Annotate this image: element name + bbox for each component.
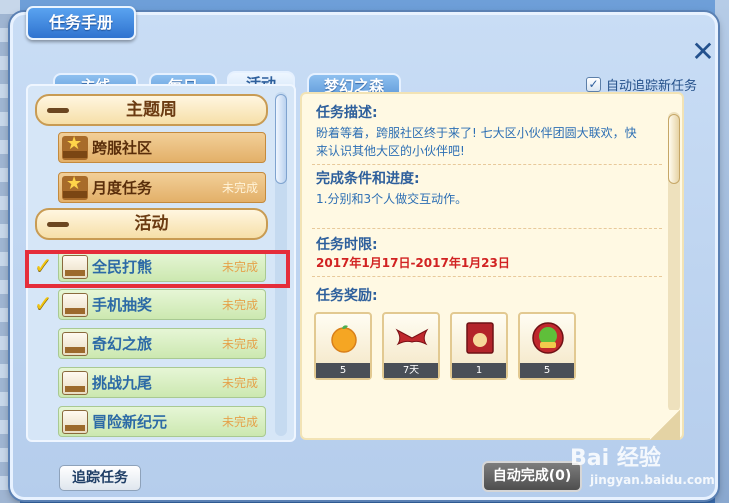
reward-count: 7天: [384, 363, 438, 378]
theme-week-icon: [62, 133, 88, 160]
window-title: 任务手册: [26, 6, 136, 40]
watermark-url: jingyan.baidu.com: [590, 473, 715, 487]
reward-slot[interactable]: 7天: [382, 312, 440, 380]
task-name: 奇幻之旅: [92, 335, 153, 353]
baidu-watermark: Bai 经验 jingyan.baidu.com: [560, 440, 720, 495]
task-status: 未完成: [221, 337, 258, 351]
red-card-icon: [466, 322, 494, 354]
task-name: 月度任务: [92, 179, 153, 197]
task-name: 手机抽奖: [92, 296, 153, 314]
task-item-monthly[interactable]: 月度任务 未完成: [58, 172, 266, 203]
watermark-logo: Bai 经验: [570, 446, 661, 471]
task-name: 跨服社区: [92, 139, 153, 157]
time-limit-title: 任务时限:: [316, 237, 378, 253]
track-task-button[interactable]: 追踪任务: [59, 465, 141, 491]
check-mark-icon: ✓: [34, 292, 53, 317]
category-label: 主题周: [126, 100, 177, 120]
reward-slot[interactable]: 1: [450, 312, 508, 380]
theme-week-icon: [62, 173, 88, 200]
reward-slot[interactable]: 5: [314, 312, 372, 380]
task-status: 未完成: [221, 376, 258, 390]
selection-highlight: [25, 250, 290, 288]
task-detail-panel: 任务描述: 盼着等着，跨服社区终于来了! 七大区小伙伴团圆大联欢，快 来认识其他…: [300, 92, 684, 440]
task-status: 未完成: [221, 181, 258, 195]
task-item-nine-tails[interactable]: 挑战九尾 未完成: [58, 367, 266, 398]
detail-scroll-thumb[interactable]: [668, 114, 680, 184]
task-name: 挑战九尾: [92, 374, 153, 392]
progress-title: 完成条件和进度:: [316, 171, 420, 187]
activity-icon: [62, 370, 88, 395]
description-text-line2: 来认识其他大区的小伙伴吧!: [316, 144, 465, 158]
progress-text: 1.分别和3个人做交互动作。: [316, 192, 468, 206]
task-item-adventure[interactable]: 冒险新纪元 未完成: [58, 406, 266, 437]
activity-icon: [62, 331, 88, 356]
task-list-scroll-thumb[interactable]: [275, 94, 287, 184]
reward-count: 5: [316, 363, 370, 378]
detail-scrollbar[interactable]: [668, 112, 680, 412]
reward-count: 1: [452, 363, 506, 378]
auto-track-checkbox[interactable]: ✓: [586, 76, 601, 92]
auto-track-label: 自动追踪新任务: [606, 78, 698, 94]
orange-fruit-icon: [331, 325, 357, 353]
growth-apple-icon: [532, 322, 564, 354]
task-item-lottery[interactable]: 手机抽奖 未完成: [58, 289, 266, 320]
collapse-icon: [47, 108, 69, 113]
close-icon[interactable]: ✕: [689, 38, 717, 66]
auto-track-option[interactable]: ✓ 自动追踪新任务: [586, 75, 698, 94]
category-label: 活动: [134, 214, 169, 234]
task-name: 冒险新纪元: [92, 413, 168, 431]
category-activity[interactable]: 活动: [35, 208, 268, 240]
reward-slot[interactable]: 5: [518, 312, 576, 380]
page-curl-decoration: [650, 410, 680, 440]
activity-icon: [62, 409, 88, 434]
task-status: 未完成: [221, 415, 258, 429]
description-title: 任务描述:: [316, 105, 378, 121]
task-item-fantasy-journey[interactable]: 奇幻之旅 未完成: [58, 328, 266, 359]
divider: [312, 164, 662, 165]
divider: [312, 276, 662, 277]
activity-icon: [62, 292, 88, 317]
reward-title: 任务奖励:: [316, 288, 378, 304]
reward-count: 5: [520, 363, 574, 378]
task-status: 未完成: [221, 298, 258, 312]
collapse-icon: [47, 222, 69, 227]
description-text-line1: 盼着等着，跨服社区终于来了! 七大区小伙伴团圆大联欢，快: [316, 126, 637, 140]
red-wings-icon: [395, 328, 429, 346]
category-theme-week[interactable]: 主题周: [35, 94, 268, 126]
time-limit-text: 2017年1月17日-2017年1月23日: [316, 256, 510, 270]
divider: [312, 228, 662, 229]
task-item-cross-server[interactable]: 跨服社区: [58, 132, 266, 163]
